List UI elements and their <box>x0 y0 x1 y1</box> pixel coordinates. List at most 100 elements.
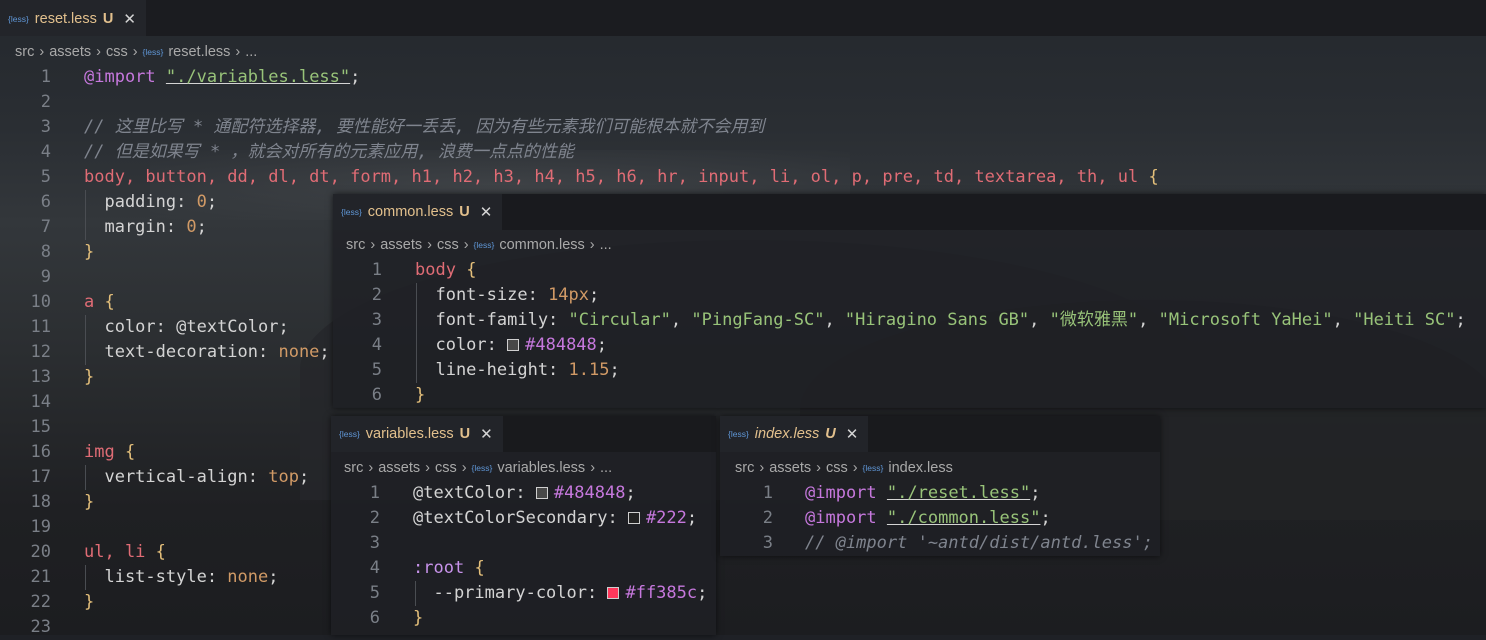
code-line[interactable]: } <box>413 606 423 631</box>
code-token: text-decoration: <box>84 342 279 362</box>
code-line[interactable]: line-height: 1.15; <box>415 358 619 383</box>
code-line[interactable]: :root { <box>413 556 485 581</box>
line-number: 3 <box>369 533 380 553</box>
code-token: ; <box>350 67 361 87</box>
code-token: { <box>124 442 136 462</box>
code-token: --primary-color: <box>413 583 608 603</box>
code-token: none <box>227 567 269 587</box>
code-line[interactable]: } <box>415 383 425 408</box>
color-swatch[interactable] <box>507 339 520 351</box>
indent-guide <box>415 581 416 606</box>
code-token: #484848 <box>553 483 626 503</box>
code-token: line-height: <box>415 360 569 380</box>
code-line[interactable]: a { <box>84 290 115 315</box>
code-line[interactable]: } <box>84 590 94 615</box>
code-token: @import <box>805 483 877 503</box>
line-number: 4 <box>40 142 51 162</box>
line-number: 14 <box>30 392 51 412</box>
line-number: 3 <box>762 533 773 553</box>
code-token: ; <box>589 285 600 305</box>
code-line[interactable]: } <box>84 365 94 390</box>
code-line[interactable]: img { <box>84 440 135 465</box>
code-token: vertical-align: <box>84 467 269 487</box>
line-number: 7 <box>40 217 51 237</box>
code-line[interactable]: @import "./variables.less"; <box>84 65 360 90</box>
code-line[interactable]: // 这里比写 * 通配符选择器, 要性能好一丢丢, 因为有些元素我们可能根本就… <box>84 115 764 140</box>
code-line[interactable]: margin: 0; <box>84 215 207 240</box>
code-token: ; <box>206 192 218 212</box>
line-number: 2 <box>762 508 773 528</box>
code-line[interactable]: ul, li { <box>84 540 166 565</box>
code-line[interactable]: list-style: none; <box>84 565 278 590</box>
line-number: 5 <box>369 583 380 603</box>
code-token: , <box>1138 310 1159 330</box>
code-line[interactable]: body { <box>415 258 476 283</box>
code-token: #484848 <box>525 335 597 355</box>
code-token: "Hiragino Sans GB" <box>844 310 1030 330</box>
code-line[interactable]: font-size: 14px; <box>415 283 599 308</box>
code-token: :root <box>413 558 465 578</box>
code-token: @import <box>805 508 877 528</box>
code-line[interactable]: @import "./common.less"; <box>805 506 1051 531</box>
code-token: ; <box>1455 310 1466 330</box>
line-number: 1 <box>40 67 51 87</box>
code-token: { <box>104 292 115 312</box>
line-number: 13 <box>30 367 51 387</box>
code-token: ; <box>1040 508 1051 528</box>
code-token: ; <box>196 217 207 237</box>
code-token: 1.15 <box>568 360 610 380</box>
line-number: 6 <box>369 608 380 628</box>
code-token: none <box>278 342 320 362</box>
code-line[interactable]: padding: 0; <box>84 190 217 215</box>
code-line[interactable]: @textColor: #484848; <box>413 481 636 506</box>
indent-guide <box>85 190 86 240</box>
code-line[interactable]: --primary-color: #ff385c; <box>413 581 707 606</box>
code-token: ; <box>319 342 330 362</box>
code-token: @textColorSecondary: <box>413 508 628 528</box>
line-number: 11 <box>30 317 51 337</box>
code-line[interactable]: // @import '~antd/dist/antd.less'; <box>805 531 1153 556</box>
code-token: "Microsoft YaHei" <box>1158 310 1333 330</box>
line-number: 22 <box>30 592 51 612</box>
code-area[interactable]: 1 body {2 font-size: 14px; 3 font-family: … <box>333 194 1486 408</box>
code-token: ul, li <box>84 542 146 562</box>
color-swatch[interactable] <box>627 512 640 524</box>
code-token: "./variables.less" <box>165 67 351 87</box>
code-token: body <box>415 260 456 280</box>
code-line[interactable]: // 但是如果写 * ，就会对所有的元素应用, 浪费一点点的性能 <box>84 140 574 165</box>
code-area[interactable]: 1 @textColor: #484848; 2 @textColorSecondar… <box>331 416 716 635</box>
code-line[interactable]: } <box>84 240 94 265</box>
color-swatch[interactable] <box>535 487 548 499</box>
code-token: 0 <box>196 192 207 212</box>
code-token: font-family: <box>415 310 569 330</box>
editor-index: {less} index.less U ✕ src › assets › css › … <box>720 416 1160 556</box>
indent-guide <box>85 465 86 490</box>
code-line[interactable]: @textColorSecondary: #222; <box>413 506 697 531</box>
line-number: 9 <box>40 267 51 287</box>
code-token: margin: <box>84 217 187 237</box>
line-number: 12 <box>30 342 51 362</box>
line-number: 10 <box>30 292 51 312</box>
code-line[interactable]: @import "./reset.less"; <box>805 481 1040 506</box>
code-line[interactable]: color: #484848; <box>415 333 607 358</box>
code-token: , <box>824 310 845 330</box>
code-token: top <box>268 467 299 487</box>
line-number: 1 <box>369 483 380 503</box>
indent-guide <box>416 283 417 383</box>
code-line[interactable]: body, button, dd, dl, dt, form, h1, h2, … <box>84 165 1159 190</box>
line-number: 4 <box>369 558 380 578</box>
line-number: 4 <box>371 335 382 355</box>
code-token: body, button, dd, dl, dt, form, h1, h2, … <box>84 167 1139 187</box>
line-number: 1 <box>762 483 773 503</box>
code-line[interactable]: text-decoration: none; <box>84 340 330 365</box>
code-line[interactable]: } <box>84 490 94 515</box>
color-swatch[interactable] <box>607 587 620 599</box>
code-line[interactable]: font-family: "Circular", "PingFang-SC", … <box>415 308 1466 333</box>
code-line[interactable]: color: @textColor; <box>84 315 288 340</box>
code-line[interactable]: vertical-align: top; <box>84 465 309 490</box>
code-area[interactable]: 1 @import "./reset.less"; 2 @import "./comm… <box>720 416 1160 556</box>
